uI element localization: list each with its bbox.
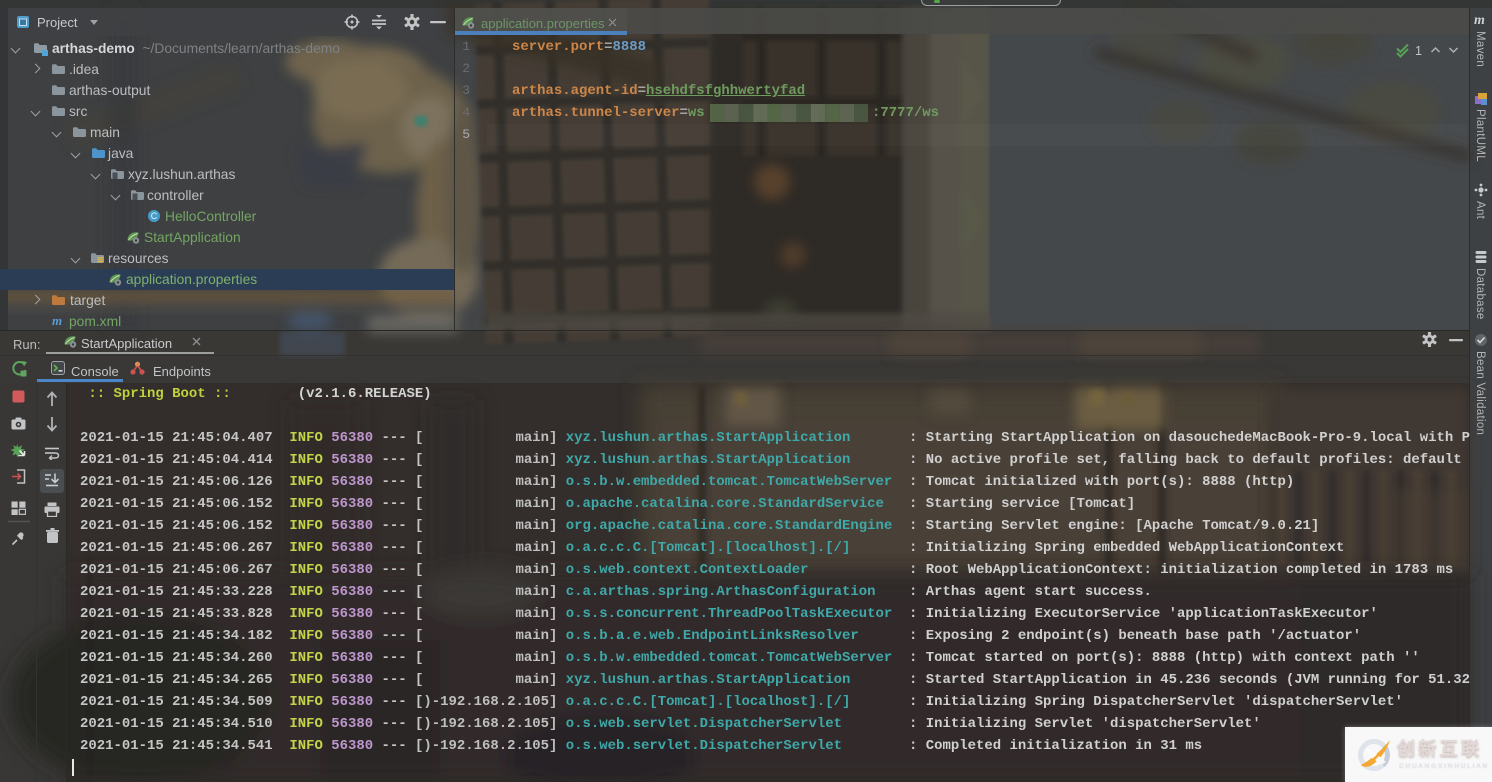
svg-text:m: m [52, 314, 62, 327]
svg-text:C: C [151, 211, 158, 221]
svg-text:m: m [1474, 13, 1485, 27]
